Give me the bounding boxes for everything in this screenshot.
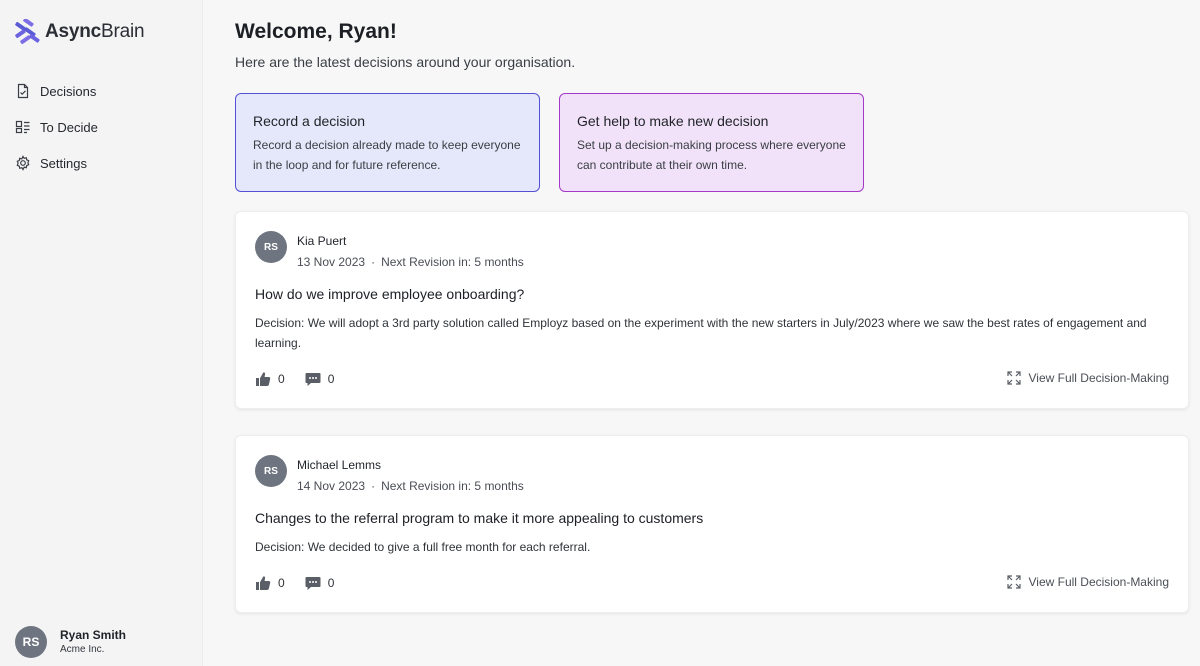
new-decision-card[interactable]: Get help to make new decision Set up a d…	[559, 93, 864, 192]
sidebar-item-settings[interactable]: Settings	[14, 152, 98, 174]
decision-meta: 14 Nov 2023 · Next Revision in: 5 months	[297, 479, 524, 493]
board-icon	[14, 118, 32, 136]
view-full-label: View Full Decision-Making	[1028, 371, 1170, 385]
thumbs-up-icon	[256, 576, 271, 590]
avatar: RS	[15, 626, 47, 658]
sidebar-item-to-decide[interactable]: To Decide	[14, 116, 98, 138]
app-name-bold: Async	[45, 21, 102, 42]
meta-separator: ·	[371, 255, 376, 269]
view-full-decision-link[interactable]: View Full Decision-Making	[1006, 575, 1170, 589]
view-full-decision-link[interactable]: View Full Decision-Making	[1006, 371, 1170, 385]
comment-button[interactable]: 0	[305, 371, 335, 387]
decision-meta: 13 Nov 2023 · Next Revision in: 5 months	[297, 255, 524, 269]
decision-text: Decision: We decided to give a full free…	[255, 540, 591, 554]
avatar: RS	[255, 231, 287, 263]
comment-count: 0	[327, 576, 335, 590]
sidebar: AsyncBrain Decisions To Decide Settings …	[0, 0, 203, 666]
async-brain-logo-icon	[15, 19, 40, 45]
card-description: Record a decision already made to keep e…	[253, 138, 521, 172]
card-title: Record a decision	[253, 113, 366, 129]
document-check-icon	[14, 82, 32, 100]
user-name: Ryan Smith	[60, 628, 127, 642]
current-user[interactable]: RS Ryan Smith Acme Inc.	[15, 626, 126, 658]
expand-icon	[1006, 371, 1021, 385]
comment-icon	[305, 373, 321, 386]
like-button[interactable]: 0	[255, 371, 285, 387]
decision-author: Kia Puert	[297, 234, 347, 248]
sidebar-item-label: Settings	[40, 155, 87, 171]
decision-text: Decision: We will adopt a 3rd party solu…	[255, 316, 1147, 350]
decision-author: Michael Lemms	[297, 458, 382, 472]
decision-actions: 0 0	[255, 371, 354, 387]
app-name: AsyncBrain	[45, 21, 145, 43]
like-count: 0	[278, 576, 285, 590]
expand-icon	[1006, 575, 1021, 589]
card-title: Get help to make new decision	[577, 113, 769, 129]
record-decision-card[interactable]: Record a decision Record a decision alre…	[235, 93, 540, 192]
user-info: Ryan Smith Acme Inc.	[60, 627, 126, 657]
decision-card: RS Michael Lemms 14 Nov 2023 · Next Revisi…	[235, 435, 1189, 613]
card-description: Set up a decision-making process where e…	[577, 138, 846, 172]
decision-question: Changes to the referral program to make …	[255, 510, 704, 526]
comment-icon	[305, 577, 321, 590]
user-org: Acme Inc.	[60, 644, 105, 655]
decision-date: 14 Nov 2023	[297, 479, 366, 493]
decision-actions: 0 0	[255, 575, 354, 591]
app-logo[interactable]: AsyncBrain	[14, 19, 145, 45]
gear-icon	[14, 154, 32, 172]
like-button[interactable]: 0	[255, 575, 285, 591]
thumbs-up-icon	[256, 372, 271, 386]
next-revision: Next Revision in: 5 months	[381, 255, 524, 269]
decision-question: How do we improve employee onboarding?	[255, 286, 525, 302]
decision-date: 13 Nov 2023	[297, 255, 366, 269]
app-name-light: Brain	[101, 21, 145, 42]
meta-separator: ·	[371, 479, 376, 493]
page-subtitle: Here are the latest decisions around you…	[235, 54, 576, 70]
sidebar-item-label: Decisions	[40, 83, 97, 99]
comment-count: 0	[327, 372, 335, 386]
decision-card: RS Kia Puert 13 Nov 2023 · Next Revision i…	[235, 211, 1189, 409]
sidebar-item-label: To Decide	[40, 119, 98, 135]
sidebar-nav: Decisions To Decide Settings	[14, 80, 98, 188]
next-revision: Next Revision in: 5 months	[381, 479, 524, 493]
sidebar-item-decisions[interactable]: Decisions	[14, 80, 98, 102]
like-count: 0	[278, 372, 285, 386]
view-full-label: View Full Decision-Making	[1028, 575, 1170, 589]
page-title: Welcome, Ryan!	[235, 20, 397, 43]
comment-button[interactable]: 0	[305, 575, 335, 591]
avatar: RS	[255, 455, 287, 487]
